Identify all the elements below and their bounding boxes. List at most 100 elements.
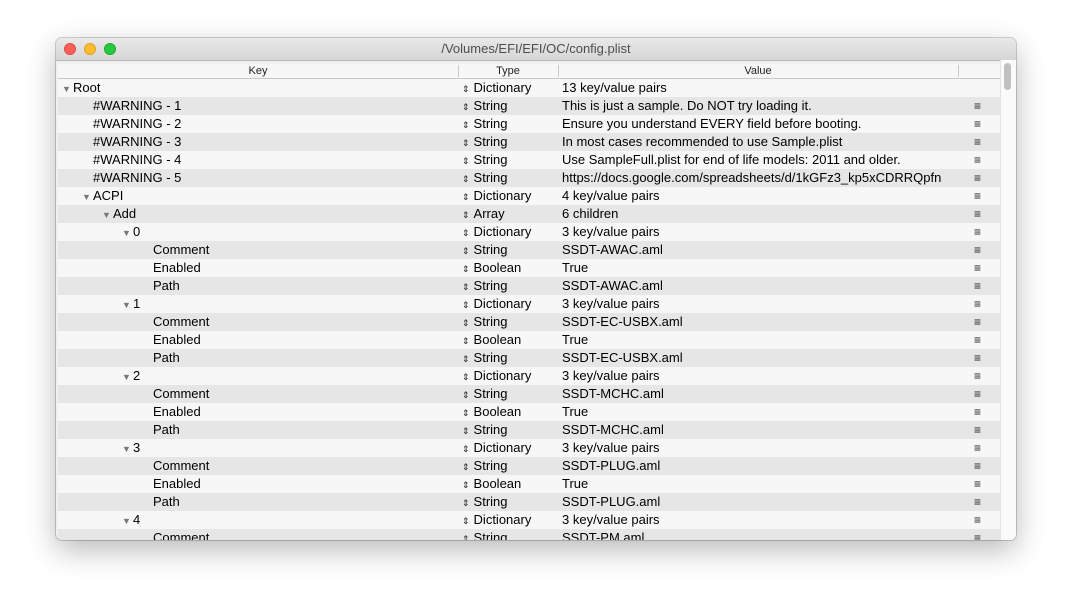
- type-selector[interactable]: ⇕ String: [462, 457, 508, 476]
- disclosure-triangle-icon[interactable]: ▼: [122, 224, 133, 242]
- key-cell[interactable]: ▼ 2: [122, 367, 140, 385]
- disclosure-triangle-icon[interactable]: ▼: [122, 440, 133, 458]
- table-row[interactable]: #WARNING - 1 ⇕ String This is just a sample…: [58, 97, 1000, 115]
- hamburger-menu-icon[interactable]: ≡: [974, 97, 981, 115]
- value-cell[interactable]: This is just a sample. Do NOT try loadin…: [562, 97, 958, 115]
- type-selector[interactable]: ⇕ Dictionary: [462, 295, 531, 314]
- key-cell[interactable]: #WARNING - 2: [93, 115, 181, 133]
- vertical-scrollbar[interactable]: [1000, 60, 1016, 540]
- key-cell[interactable]: ▼ Add: [102, 205, 136, 223]
- table-row[interactable]: Comment ⇕ String SSDT-MCHC.aml ≡: [58, 385, 1000, 403]
- type-selector[interactable]: ⇕ Boolean: [462, 259, 521, 278]
- key-cell[interactable]: ▼ 1: [122, 295, 140, 313]
- key-cell[interactable]: Comment: [153, 529, 209, 540]
- hamburger-menu-icon[interactable]: ≡: [974, 205, 981, 223]
- type-selector[interactable]: ⇕ Dictionary: [462, 367, 531, 386]
- key-cell[interactable]: ▼ Root: [62, 79, 100, 97]
- type-selector[interactable]: ⇕ String: [462, 277, 508, 296]
- type-column-header[interactable]: Type: [458, 64, 558, 78]
- key-cell[interactable]: Enabled: [153, 331, 201, 349]
- table-row[interactable]: ▼ 0 ⇕ Dictionary 3 key/value pairs ≡: [58, 223, 1000, 241]
- key-cell[interactable]: ▼ 3: [122, 439, 140, 457]
- hamburger-menu-icon[interactable]: ≡: [974, 187, 981, 205]
- value-cell[interactable]: True: [562, 475, 958, 493]
- column-divider[interactable]: [958, 65, 959, 77]
- value-cell[interactable]: SSDT-EC-USBX.aml: [562, 349, 958, 367]
- type-selector[interactable]: ⇕ String: [462, 421, 508, 440]
- table-row[interactable]: #WARNING - 4 ⇕ String Use SampleFull.plist …: [58, 151, 1000, 169]
- type-selector[interactable]: ⇕ Boolean: [462, 331, 521, 350]
- key-cell[interactable]: Comment: [153, 457, 209, 475]
- hamburger-menu-icon[interactable]: ≡: [974, 475, 981, 493]
- key-cell[interactable]: ▼ 0: [122, 223, 140, 241]
- table-row[interactable]: #WARNING - 3 ⇕ String In most cases recomme…: [58, 133, 1000, 151]
- key-cell[interactable]: Enabled: [153, 475, 201, 493]
- hamburger-menu-icon[interactable]: ≡: [974, 457, 981, 475]
- hamburger-menu-icon[interactable]: ≡: [974, 493, 981, 511]
- type-selector[interactable]: ⇕ String: [462, 133, 508, 152]
- value-cell[interactable]: True: [562, 259, 958, 277]
- key-cell[interactable]: Path: [153, 349, 180, 367]
- hamburger-menu-icon[interactable]: ≡: [974, 295, 981, 313]
- value-cell[interactable]: In most cases recommended to use Sample.…: [562, 133, 958, 151]
- key-cell[interactable]: Comment: [153, 241, 209, 259]
- key-cell[interactable]: #WARNING - 3: [93, 133, 181, 151]
- value-cell[interactable]: SSDT-MCHC.aml: [562, 421, 958, 439]
- table-row[interactable]: ▼ 3 ⇕ Dictionary 3 key/value pairs ≡: [58, 439, 1000, 457]
- value-cell[interactable]: Use SampleFull.plist for end of life mod…: [562, 151, 958, 169]
- table-row[interactable]: ▼ Add ⇕ Array 6 children ≡: [58, 205, 1000, 223]
- hamburger-menu-icon[interactable]: ≡: [974, 277, 981, 295]
- value-cell[interactable]: https://docs.google.com/spreadsheets/d/1…: [562, 169, 958, 187]
- hamburger-menu-icon[interactable]: ≡: [974, 385, 981, 403]
- type-selector[interactable]: ⇕ String: [462, 169, 508, 188]
- hamburger-menu-icon[interactable]: ≡: [974, 511, 981, 529]
- hamburger-menu-icon[interactable]: ≡: [974, 259, 981, 277]
- value-cell[interactable]: SSDT-PM.aml: [562, 529, 958, 540]
- table-row[interactable]: ▼ 1 ⇕ Dictionary 3 key/value pairs ≡: [58, 295, 1000, 313]
- table-row[interactable]: Enabled ⇕ Boolean True ≡: [58, 331, 1000, 349]
- type-selector[interactable]: ⇕ String: [462, 349, 508, 368]
- type-selector[interactable]: ⇕ Dictionary: [462, 439, 531, 458]
- value-column-header[interactable]: Value: [558, 64, 958, 78]
- type-selector[interactable]: ⇕ Boolean: [462, 475, 521, 494]
- key-cell[interactable]: #WARNING - 4: [93, 151, 181, 169]
- hamburger-menu-icon[interactable]: ≡: [974, 169, 981, 187]
- disclosure-triangle-icon[interactable]: ▼: [122, 368, 133, 386]
- disclosure-triangle-icon[interactable]: ▼: [122, 296, 133, 314]
- value-cell[interactable]: 13 key/value pairs: [562, 79, 958, 97]
- table-row[interactable]: ▼ ACPI ⇕ Dictionary 4 key/value pairs ≡: [58, 187, 1000, 205]
- table-row[interactable]: ▼ Root ⇕ Dictionary 13 key/value pairs: [58, 79, 1000, 97]
- table-row[interactable]: Comment ⇕ String SSDT-PM.aml ≡: [58, 529, 1000, 540]
- key-cell[interactable]: Enabled: [153, 259, 201, 277]
- type-selector[interactable]: ⇕ String: [462, 385, 508, 404]
- table-row[interactable]: Path ⇕ String SSDT-MCHC.aml ≡: [58, 421, 1000, 439]
- type-selector[interactable]: ⇕ String: [462, 151, 508, 170]
- title-bar[interactable]: /Volumes/EFI/EFI/OC/config.plist: [56, 38, 1016, 61]
- type-selector[interactable]: ⇕ Dictionary: [462, 187, 531, 206]
- table-row[interactable]: Enabled ⇕ Boolean True ≡: [58, 403, 1000, 421]
- hamburger-menu-icon[interactable]: ≡: [974, 331, 981, 349]
- key-cell[interactable]: Path: [153, 277, 180, 295]
- table-row[interactable]: #WARNING - 2 ⇕ String Ensure you understand…: [58, 115, 1000, 133]
- table-row[interactable]: Comment ⇕ String SSDT-AWAC.aml ≡: [58, 241, 1000, 259]
- key-cell[interactable]: ▼ ACPI: [82, 187, 123, 205]
- type-selector[interactable]: ⇕ String: [462, 313, 508, 332]
- value-cell[interactable]: 4 key/value pairs: [562, 187, 958, 205]
- type-selector[interactable]: ⇕ Dictionary: [462, 79, 531, 98]
- value-cell[interactable]: 3 key/value pairs: [562, 511, 958, 529]
- value-cell[interactable]: SSDT-PLUG.aml: [562, 457, 958, 475]
- table-row[interactable]: Path ⇕ String SSDT-AWAC.aml ≡: [58, 277, 1000, 295]
- value-cell[interactable]: True: [562, 403, 958, 421]
- key-cell[interactable]: Enabled: [153, 403, 201, 421]
- type-selector[interactable]: ⇕ String: [462, 529, 508, 540]
- table-row[interactable]: Path ⇕ String SSDT-EC-USBX.aml ≡: [58, 349, 1000, 367]
- type-selector[interactable]: ⇕ String: [462, 493, 508, 512]
- value-cell[interactable]: 3 key/value pairs: [562, 295, 958, 313]
- type-selector[interactable]: ⇕ String: [462, 241, 508, 260]
- value-cell[interactable]: 3 key/value pairs: [562, 367, 958, 385]
- value-cell[interactable]: 6 children: [562, 205, 958, 223]
- key-cell[interactable]: ▼ 4: [122, 511, 140, 529]
- hamburger-menu-icon[interactable]: ≡: [974, 151, 981, 169]
- value-cell[interactable]: True: [562, 331, 958, 349]
- disclosure-triangle-icon[interactable]: ▼: [102, 206, 113, 224]
